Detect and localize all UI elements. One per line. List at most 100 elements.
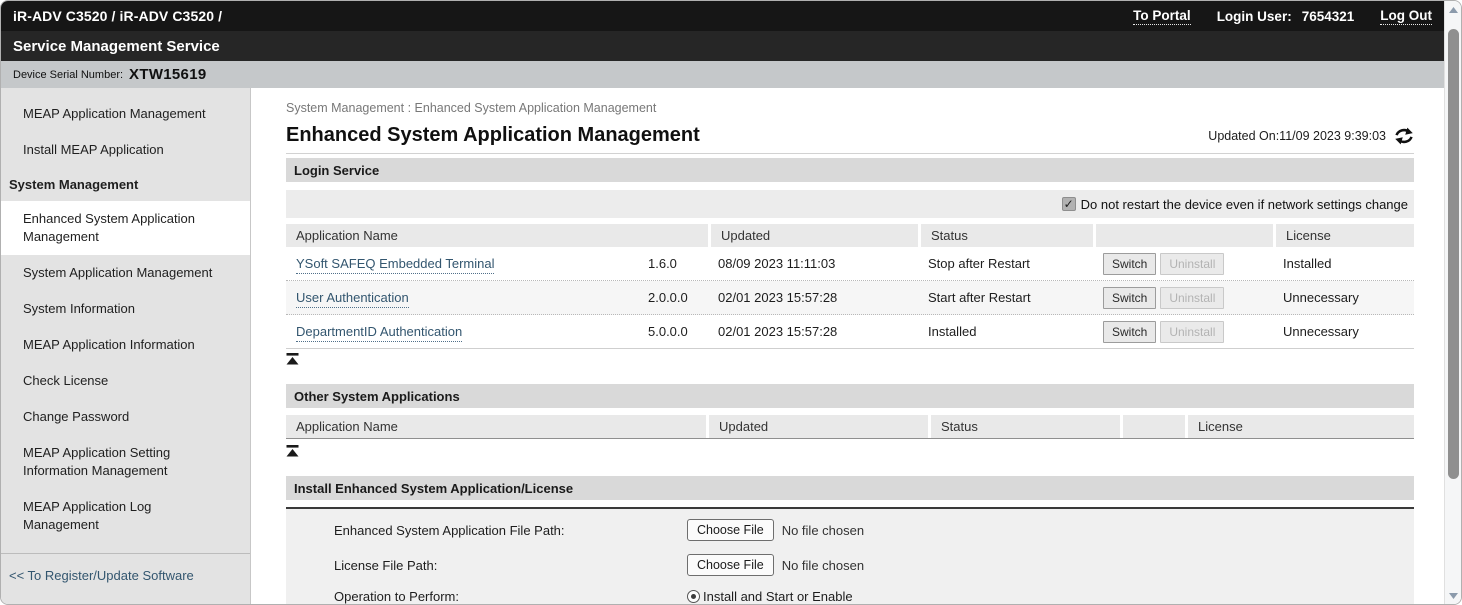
column-empty bbox=[1120, 415, 1185, 438]
switch-button[interactable]: Switch bbox=[1103, 253, 1156, 275]
operation-option-1: Install and Start or Enable bbox=[687, 589, 853, 604]
sidebar-item-meap-application-setting-information-management[interactable]: MEAP Application Setting Information Man… bbox=[1, 435, 250, 489]
status-cell: Stop after Restart bbox=[918, 256, 1093, 271]
body: MEAP Application ManagementInstall MEAP … bbox=[1, 88, 1444, 605]
version-cell: 5.0.0.0 bbox=[638, 324, 708, 339]
sidebar-item-install-meap-application[interactable]: Install MEAP Application bbox=[1, 132, 250, 168]
status-cell: Installed bbox=[918, 324, 1093, 339]
login-user: Login User: 7654321 bbox=[1217, 9, 1355, 24]
section-install: Install Enhanced System Application/Lice… bbox=[286, 476, 1414, 500]
app-title-bar: Service Management Service bbox=[1, 31, 1444, 61]
no-restart-checkbox[interactable]: ✓ bbox=[1062, 197, 1076, 211]
sidebar-item-meap-application-log-management[interactable]: MEAP Application Log Management bbox=[1, 489, 250, 543]
actions-cell: SwitchUninstall bbox=[1093, 253, 1273, 275]
operation-label: Operation to Perform: bbox=[334, 589, 687, 604]
column-actions bbox=[1093, 224, 1273, 247]
section-other-apps: Other System Applications bbox=[286, 384, 1414, 408]
section-login-service-label: Login Service bbox=[294, 163, 379, 178]
sidebar-item-meap-application-management[interactable]: MEAP Application Management bbox=[1, 96, 250, 132]
switch-button[interactable]: Switch bbox=[1103, 321, 1156, 343]
choose-file-button[interactable]: Choose File bbox=[687, 519, 774, 541]
no-restart-row: ✓ Do not restart the device even if netw… bbox=[286, 190, 1414, 218]
app-file-path-label: Enhanced System Application File Path: bbox=[334, 523, 687, 538]
login-service-rows: YSoft SAFEQ Embedded Terminal 1.6.008/09 … bbox=[286, 247, 1414, 349]
application-name-cell: YSoft SAFEQ Embedded Terminal bbox=[286, 256, 638, 271]
license-file-path-label: License File Path: bbox=[334, 558, 687, 573]
device-title: iR-ADV C3520 / iR-ADV C3520 / bbox=[13, 8, 222, 24]
table-row: User Authentication 2.0.0.002/01 2023 15:… bbox=[286, 281, 1414, 315]
radio-install-and-start-label: Install and Start or Enable bbox=[703, 589, 853, 604]
column-updated: Updated bbox=[706, 415, 928, 438]
uninstall-button[interactable]: Uninstall bbox=[1160, 287, 1224, 309]
section-login-service: Login Service bbox=[286, 158, 1414, 182]
serial-bar: Device Serial Number: XTW15619 bbox=[1, 61, 1444, 88]
section-other-apps-label: Other System Applications bbox=[294, 389, 460, 404]
version-cell: 2.0.0.0 bbox=[638, 290, 708, 305]
column-application-name: Application Name bbox=[286, 415, 706, 438]
radio-install-and-start[interactable] bbox=[687, 590, 700, 603]
table-row: DepartmentID Authentication 5.0.0.002/01 … bbox=[286, 315, 1414, 349]
scrollbar-thumb[interactable] bbox=[1448, 29, 1459, 479]
application-name-cell: User Authentication bbox=[286, 290, 638, 305]
scrollbar-up-arrow[interactable] bbox=[1445, 1, 1462, 18]
login-user-value: 7654321 bbox=[1302, 9, 1355, 24]
license-file-path-row: License File Path: Choose File No file c… bbox=[334, 553, 1414, 577]
refresh-icon[interactable] bbox=[1394, 127, 1414, 145]
license-cell: Unnecessary bbox=[1273, 290, 1414, 305]
to-portal-link[interactable]: To Portal bbox=[1133, 8, 1191, 25]
column-updated: Updated bbox=[708, 224, 918, 247]
title-divider bbox=[286, 153, 1414, 154]
updated-cell: 02/01 2023 15:57:28 bbox=[708, 324, 918, 339]
application-link[interactable]: DepartmentID Authentication bbox=[296, 324, 462, 342]
scroll-to-top-icon[interactable] bbox=[286, 445, 299, 457]
column-license: License bbox=[1185, 415, 1414, 438]
uninstall-button[interactable]: Uninstall bbox=[1160, 253, 1224, 275]
updated-on-text: Updated On:11/09 2023 9:39:03 bbox=[1208, 129, 1386, 143]
column-license: License bbox=[1273, 224, 1414, 247]
top-bar: iR-ADV C3520 / iR-ADV C3520 / To Portal … bbox=[1, 1, 1444, 31]
title-row: Enhanced System Application Management U… bbox=[286, 121, 1414, 147]
sidebar-item-check-license[interactable]: Check License bbox=[1, 363, 250, 399]
sidebar-item-system-information[interactable]: System Information bbox=[1, 291, 250, 327]
top-bar-right: To Portal Login User: 7654321 Log Out bbox=[1133, 8, 1432, 25]
sms-window: iR-ADV C3520 / iR-ADV C3520 / To Portal … bbox=[0, 0, 1462, 605]
vertical-scrollbar[interactable] bbox=[1444, 1, 1461, 604]
version-cell: 1.6.0 bbox=[638, 256, 708, 271]
scroll-to-top-icon[interactable] bbox=[286, 353, 299, 365]
file-chosen-status: No file chosen bbox=[782, 558, 864, 573]
install-form: Enhanced System Application File Path: C… bbox=[286, 507, 1414, 605]
sidebar-item-change-password[interactable]: Change Password bbox=[1, 399, 250, 435]
sidebar-item-enhanced-system-application-management[interactable]: Enhanced System Application Management bbox=[1, 201, 250, 255]
updated-cell: 08/09 2023 11:11:03 bbox=[708, 256, 918, 271]
sidebar-register-link[interactable]: << To Register/Update Software bbox=[1, 554, 250, 597]
status-cell: Start after Restart bbox=[918, 290, 1093, 305]
sidebar: MEAP Application ManagementInstall MEAP … bbox=[1, 88, 251, 605]
choose-file-button[interactable]: Choose File bbox=[687, 554, 774, 576]
switch-button[interactable]: Switch bbox=[1103, 287, 1156, 309]
actions-cell: SwitchUninstall bbox=[1093, 321, 1273, 343]
license-cell: Installed bbox=[1273, 256, 1414, 271]
app-file-path-row: Enhanced System Application File Path: C… bbox=[334, 518, 1414, 542]
section-install-label: Install Enhanced System Application/Lice… bbox=[294, 481, 573, 496]
operation-row: Operation to Perform: Install and Start … bbox=[334, 585, 1414, 605]
uninstall-button[interactable]: Uninstall bbox=[1160, 321, 1224, 343]
updated-cell: 02/01 2023 15:57:28 bbox=[708, 290, 918, 305]
login-service-table-header: Application Name Updated Status License bbox=[286, 224, 1414, 247]
sidebar-item-system-application-management[interactable]: System Application Management bbox=[1, 255, 250, 291]
other-apps-table-header: Application Name Updated Status License bbox=[286, 415, 1414, 439]
page: iR-ADV C3520 / iR-ADV C3520 / To Portal … bbox=[1, 1, 1444, 604]
log-out-link[interactable]: Log Out bbox=[1380, 8, 1432, 25]
application-link[interactable]: YSoft SAFEQ Embedded Terminal bbox=[296, 256, 494, 274]
column-status: Status bbox=[928, 415, 1120, 438]
scrollbar-down-arrow[interactable] bbox=[1445, 587, 1462, 604]
sidebar-item-meap-application-information[interactable]: MEAP Application Information bbox=[1, 327, 250, 363]
sidebar-menu: MEAP Application ManagementInstall MEAP … bbox=[1, 96, 250, 543]
application-name-cell: DepartmentID Authentication bbox=[286, 324, 638, 339]
table-row: YSoft SAFEQ Embedded Terminal 1.6.008/09 … bbox=[286, 247, 1414, 281]
actions-cell: SwitchUninstall bbox=[1093, 287, 1273, 309]
serial-label: Device Serial Number: bbox=[13, 69, 123, 81]
sidebar-item-system-management: System Management bbox=[1, 168, 250, 201]
no-restart-label: Do not restart the device even if networ… bbox=[1081, 197, 1408, 212]
application-link[interactable]: User Authentication bbox=[296, 290, 409, 308]
main-content: System Management : Enhanced System Appl… bbox=[251, 88, 1444, 605]
